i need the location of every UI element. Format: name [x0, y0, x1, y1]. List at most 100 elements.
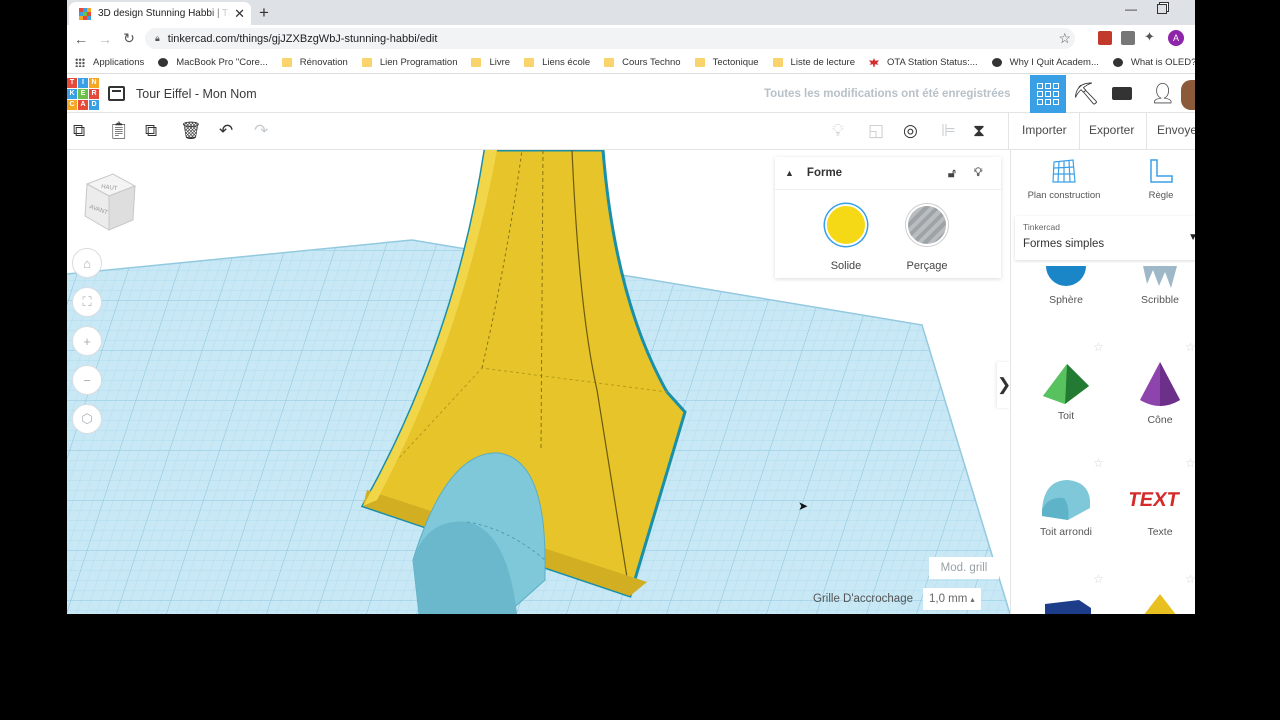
category-source: Tinkercad — [1023, 222, 1061, 232]
toggle-panel-handle[interactable]: ❯ — [997, 362, 1010, 408]
bookmark-item[interactable]: MacBook Pro "Core... — [158, 57, 268, 68]
favorite-star-icon[interactable]: ☆ — [1185, 572, 1195, 586]
copy-icon[interactable]: ⧉ — [73, 121, 85, 141]
zoom-out-button[interactable]: − — [72, 365, 102, 395]
shape-label: Toit arrondi — [1040, 526, 1092, 538]
import-button[interactable]: Importer — [1022, 123, 1067, 137]
pickaxe-icon[interactable]: ⛏︎ — [1072, 81, 1100, 107]
extension-icon[interactable] — [1121, 31, 1135, 45]
logo-letter: N — [89, 78, 99, 88]
favorite-star-icon[interactable]: ☆ — [1185, 340, 1195, 354]
bookmark-item[interactable]: Livre — [471, 57, 510, 68]
add-user-icon[interactable]: 👤︎ — [1150, 81, 1175, 106]
bookmark-item[interactable]: Applications — [75, 57, 144, 68]
fit-view-button[interactable]: ⛶ — [72, 287, 102, 317]
solid-color-swatch[interactable] — [825, 204, 867, 246]
favorite-star-icon[interactable]: ☆ — [1093, 572, 1104, 586]
bookmark-label: Lien Programation — [379, 57, 458, 68]
shape-box-partial[interactable] — [1021, 596, 1111, 614]
pdf-extension-icon[interactable] — [1098, 31, 1112, 45]
bookmark-label: Why I Quit Academ... — [1009, 57, 1099, 68]
shape-text[interactable]: TEXT Texte — [1115, 476, 1195, 538]
new-tab-button[interactable]: + — [259, 3, 269, 23]
snap-grid-select[interactable]: 1,0 mm ▴ — [923, 588, 981, 610]
brick-icon[interactable] — [1112, 87, 1132, 100]
view-cube[interactable]: HAUT AVANT — [79, 168, 139, 232]
zoom-in-button[interactable]: + — [72, 326, 102, 356]
export-button[interactable]: Exporter — [1089, 123, 1134, 137]
browser-tab[interactable]: 3D design Stunning Habbi | Tinkercad ✕ — [69, 2, 251, 25]
puzzle-extensions-icon[interactable]: ✦ — [1144, 29, 1158, 44]
edit-grid-button[interactable]: Mod. grill — [929, 557, 999, 579]
site-icon — [1112, 58, 1123, 67]
workplane-icon — [1052, 159, 1076, 183]
shape-pyramid-partial[interactable] — [1115, 592, 1195, 614]
favorite-star-icon[interactable]: ☆ — [1185, 456, 1195, 470]
send-to-button[interactable]: Envoyer — [1157, 123, 1195, 137]
visibility-bulb-icon[interactable]: 💡︎ — [974, 165, 982, 180]
note-icon[interactable]: ◱ — [868, 121, 884, 141]
duplicate-icon[interactable]: ⧉ — [145, 121, 157, 141]
site-icon — [991, 58, 1002, 67]
delete-icon[interactable]: 🗑︎ — [180, 121, 202, 141]
unlock-icon[interactable]: 🔓︎ — [948, 166, 956, 181]
restore-window-button[interactable] — [1157, 4, 1167, 14]
back-arrow-icon[interactable]: ← — [69, 31, 93, 47]
bookmark-item[interactable]: Lien Programation — [361, 57, 458, 68]
shape-sphere[interactable]: Sphère — [1021, 266, 1111, 306]
bookmark-item[interactable]: Liens école — [524, 57, 590, 68]
minimize-window-button[interactable]: — — [1125, 2, 1137, 16]
3d-design-view-button[interactable] — [1030, 75, 1066, 113]
url-field[interactable]: 🔒︎ tinkercad.com/things/gjJZXBzgWbJ-stun… — [145, 28, 1075, 49]
hole-swatch[interactable] — [906, 204, 948, 246]
bookmark-item[interactable]: OTA Station Status:... — [868, 57, 978, 68]
bookmark-item[interactable]: Liste de lecture — [772, 57, 855, 68]
forward-arrow-icon[interactable]: → — [93, 31, 117, 47]
project-title[interactable]: Tour Eiffel - Mon Nom — [136, 87, 257, 101]
ruler-tool[interactable]: Règle — [1121, 158, 1195, 201]
grid-icon — [1037, 83, 1059, 105]
redo-icon[interactable]: ↷ — [254, 121, 268, 141]
bookmark-item[interactable]: Why I Quit Academ... — [991, 57, 1099, 68]
chevron-down-icon: ▼ — [1188, 232, 1195, 243]
workplane-viewport[interactable]: HAUT AVANT ⌂ ⛶ + − ⬡ ▲ Forme 🔓︎ 💡︎ Solid… — [67, 150, 1010, 614]
shape-panel-header[interactable]: ▲ Forme 🔓︎ 💡︎ — [775, 157, 1001, 190]
bookmark-item[interactable]: Cours Techno — [604, 57, 681, 68]
favorite-star-icon[interactable]: ☆ — [1093, 340, 1104, 354]
shape-scribble[interactable]: Scribble — [1115, 266, 1195, 306]
user-avatar[interactable] — [1181, 80, 1195, 110]
profile-avatar[interactable]: A — [1168, 30, 1184, 46]
align-icon[interactable]: ⊫ — [941, 121, 956, 141]
close-tab-icon[interactable]: ✕ — [234, 6, 245, 22]
save-status: Toutes les modifications ont été enregis… — [764, 88, 1011, 100]
workplane-tool[interactable]: Plan construction — [1024, 158, 1104, 201]
design-list-icon[interactable] — [108, 86, 125, 101]
shape-cone[interactable]: Cône — [1115, 360, 1195, 426]
mouse-cursor-icon: ➤ — [798, 499, 809, 513]
home-view-button[interactable]: ⌂ — [72, 248, 102, 278]
collapse-caret-icon[interactable]: ▲ — [785, 168, 794, 178]
undo-icon[interactable]: ↶ — [219, 121, 233, 141]
tab-strip: 3D design Stunning Habbi | Tinkercad ✕ +… — [67, 0, 1195, 25]
shape-rounded-roof[interactable]: Toit arrondi — [1021, 476, 1111, 538]
bookmark-item[interactable]: What is OLED? - Ne... — [1112, 57, 1195, 68]
bookmark-star-icon[interactable]: ☆ — [1058, 30, 1071, 47]
mirror-icon[interactable]: ⧗ — [973, 121, 985, 141]
paste-icon[interactable]: 📋︎ — [108, 121, 130, 141]
bookmark-item[interactable]: Rénovation — [281, 57, 348, 68]
reload-icon[interactable]: ↻ — [117, 30, 141, 47]
ruler-icon — [1150, 159, 1173, 183]
bookmark-item[interactable]: Tectonique — [694, 57, 759, 68]
shape-roof[interactable]: Toit — [1021, 360, 1111, 422]
text-shape-icon: TEXT — [1130, 489, 1181, 511]
tinkercad-logo[interactable]: TIN KER CAD — [67, 78, 99, 110]
bookmark-label: Tectonique — [712, 57, 759, 68]
logo-letter: D — [89, 100, 99, 110]
scribble-icon — [1143, 266, 1177, 288]
light-bulb-icon[interactable]: 💡︎ — [832, 121, 844, 141]
favorite-star-icon[interactable]: ☆ — [1093, 456, 1104, 470]
site-icon — [158, 58, 169, 67]
group-icon[interactable]: ◎ — [903, 121, 918, 141]
shape-category-select[interactable]: Tinkercad Formes simples ▼ — [1015, 216, 1195, 260]
perspective-button[interactable]: ⬡ — [72, 404, 102, 434]
